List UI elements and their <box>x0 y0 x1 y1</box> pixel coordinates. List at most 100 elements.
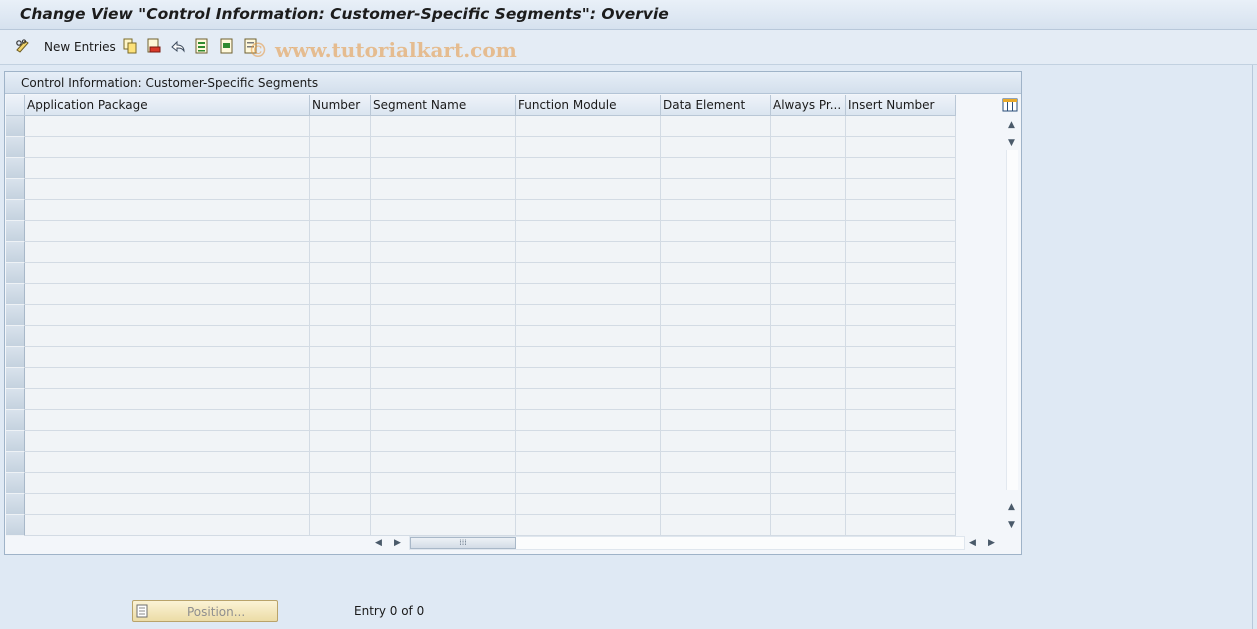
cell-insert-number[interactable] <box>846 347 956 368</box>
row-selector[interactable] <box>6 179 25 200</box>
cell-function-module[interactable] <box>516 242 661 263</box>
column-header-segment-name[interactable]: Segment Name <box>371 95 516 116</box>
cell-always-present[interactable] <box>771 326 846 347</box>
column-header-always-present[interactable]: Always Pr... <box>771 95 846 116</box>
cell-data-element[interactable] <box>661 116 771 137</box>
row-selector[interactable] <box>6 452 25 473</box>
column-header-data-element[interactable]: Data Element <box>661 95 771 116</box>
cell-segment-name[interactable] <box>371 263 516 284</box>
cell-data-element[interactable] <box>661 137 771 158</box>
cell-data-element[interactable] <box>661 200 771 221</box>
cell-segment-name[interactable] <box>371 368 516 389</box>
vertical-scroll-track[interactable] <box>1006 150 1018 490</box>
cell-segment-name[interactable] <box>371 431 516 452</box>
cell-insert-number[interactable] <box>846 515 956 536</box>
row-selector[interactable] <box>6 263 25 284</box>
cell-insert-number[interactable] <box>846 158 956 179</box>
cell-number[interactable] <box>310 221 371 242</box>
cell-segment-name[interactable] <box>371 515 516 536</box>
cell-number[interactable] <box>310 242 371 263</box>
column-header-function-module[interactable]: Function Module <box>516 95 661 116</box>
cell-always-present[interactable] <box>771 263 846 284</box>
cell-data-element[interactable] <box>661 179 771 200</box>
cell-application-package[interactable] <box>25 515 310 536</box>
cell-segment-name[interactable] <box>371 137 516 158</box>
cell-segment-name[interactable] <box>371 242 516 263</box>
row-selector[interactable] <box>6 368 25 389</box>
cell-insert-number[interactable] <box>846 452 956 473</box>
row-selector[interactable] <box>6 221 25 242</box>
cell-data-element[interactable] <box>661 263 771 284</box>
cell-always-present[interactable] <box>771 242 846 263</box>
cell-number[interactable] <box>310 200 371 221</box>
scroll-up-icon[interactable]: ▲ <box>1008 120 1015 130</box>
cell-function-module[interactable] <box>516 389 661 410</box>
cell-insert-number[interactable] <box>846 473 956 494</box>
row-selector[interactable] <box>6 326 25 347</box>
undo-icon[interactable] <box>170 38 186 54</box>
cell-data-element[interactable] <box>661 326 771 347</box>
copy-icon[interactable] <box>122 38 138 54</box>
cell-insert-number[interactable] <box>846 284 956 305</box>
cell-function-module[interactable] <box>516 200 661 221</box>
new-entries-button[interactable]: New Entries <box>44 40 116 54</box>
select-block-icon[interactable] <box>219 38 235 54</box>
cell-function-module[interactable] <box>516 179 661 200</box>
cell-data-element[interactable] <box>661 389 771 410</box>
cell-function-module[interactable] <box>516 116 661 137</box>
cell-segment-name[interactable] <box>371 326 516 347</box>
cell-number[interactable] <box>310 137 371 158</box>
cell-function-module[interactable] <box>516 347 661 368</box>
cell-always-present[interactable] <box>771 515 846 536</box>
select-all-rows-corner[interactable] <box>6 95 25 116</box>
row-selector[interactable] <box>6 347 25 368</box>
row-selector[interactable] <box>6 284 25 305</box>
cell-segment-name[interactable] <box>371 200 516 221</box>
cell-application-package[interactable] <box>25 494 310 515</box>
cell-data-element[interactable] <box>661 431 771 452</box>
cell-number[interactable] <box>310 368 371 389</box>
cell-number[interactable] <box>310 158 371 179</box>
cell-segment-name[interactable] <box>371 116 516 137</box>
select-all-icon[interactable] <box>194 38 210 54</box>
cell-application-package[interactable] <box>25 305 310 326</box>
vertical-scrollbar[interactable]: ▲ ▼ ▲ ▼ <box>1003 116 1021 532</box>
cell-data-element[interactable] <box>661 494 771 515</box>
scroll-right-icon[interactable]: ▶ <box>394 538 401 548</box>
row-selector[interactable] <box>6 305 25 326</box>
cell-always-present[interactable] <box>771 347 846 368</box>
cell-application-package[interactable] <box>25 137 310 158</box>
cell-application-package[interactable] <box>25 158 310 179</box>
row-selector[interactable] <box>6 158 25 179</box>
cell-data-element[interactable] <box>661 221 771 242</box>
cell-application-package[interactable] <box>25 221 310 242</box>
cell-insert-number[interactable] <box>846 410 956 431</box>
scroll-left-end-icon[interactable]: ◀ <box>969 538 976 548</box>
cell-insert-number[interactable] <box>846 137 956 158</box>
cell-segment-name[interactable] <box>371 305 516 326</box>
cell-data-element[interactable] <box>661 347 771 368</box>
cell-insert-number[interactable] <box>846 494 956 515</box>
cell-always-present[interactable] <box>771 389 846 410</box>
cell-number[interactable] <box>310 452 371 473</box>
row-selector[interactable] <box>6 200 25 221</box>
cell-application-package[interactable] <box>25 242 310 263</box>
cell-insert-number[interactable] <box>846 305 956 326</box>
cell-data-element[interactable] <box>661 368 771 389</box>
scroll-page-down-icon[interactable]: ▼ <box>1008 520 1015 530</box>
cell-number[interactable] <box>310 347 371 368</box>
cell-always-present[interactable] <box>771 410 846 431</box>
cell-number[interactable] <box>310 515 371 536</box>
cell-data-element[interactable] <box>661 452 771 473</box>
scroll-left-icon[interactable]: ◀ <box>375 538 382 548</box>
row-selector[interactable] <box>6 515 25 536</box>
horizontal-scroll-thumb[interactable]: ⁞⁞⁞ <box>410 537 516 549</box>
cell-insert-number[interactable] <box>846 389 956 410</box>
delete-icon[interactable] <box>146 38 162 54</box>
cell-always-present[interactable] <box>771 473 846 494</box>
cell-always-present[interactable] <box>771 452 846 473</box>
cell-segment-name[interactable] <box>371 473 516 494</box>
cell-function-module[interactable] <box>516 158 661 179</box>
cell-function-module[interactable] <box>516 305 661 326</box>
cell-function-module[interactable] <box>516 284 661 305</box>
